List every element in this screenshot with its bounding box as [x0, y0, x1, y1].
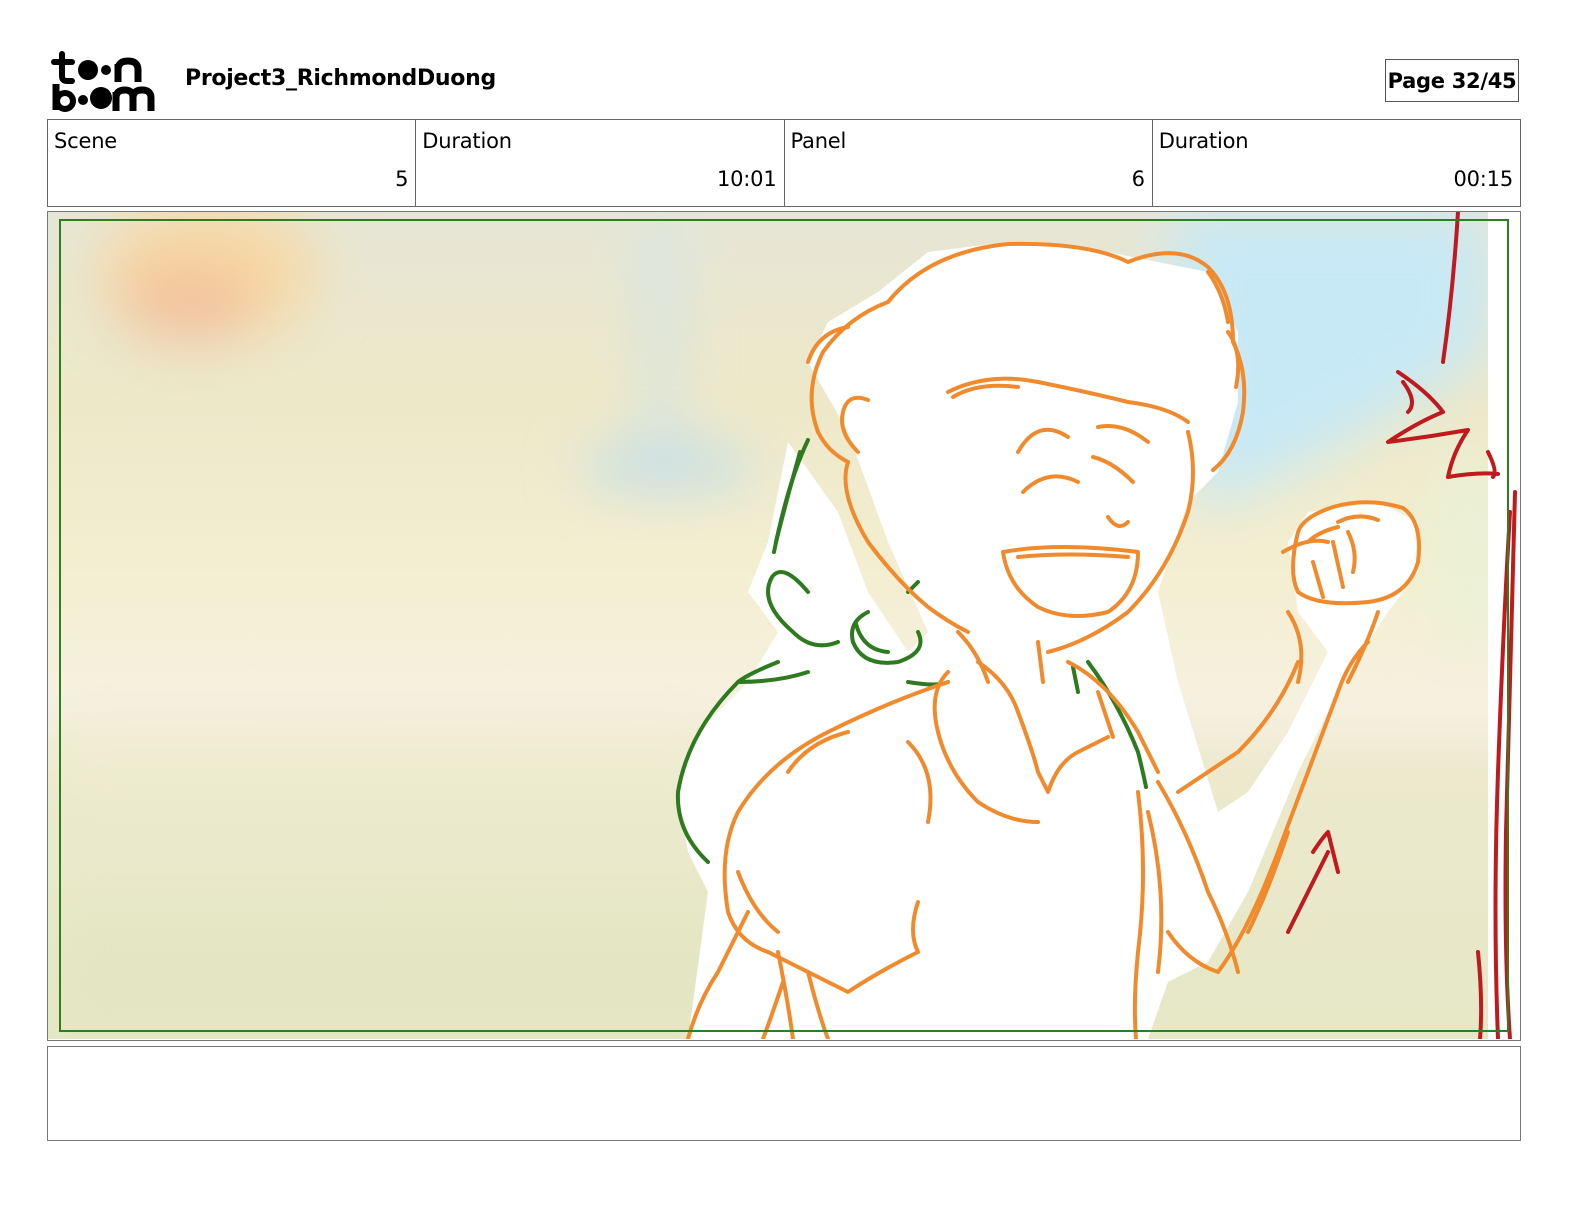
scene-duration-value: 10:01 [716, 167, 777, 191]
panel-drawing [48, 212, 1519, 1039]
panel-duration-value: 00:15 [1453, 167, 1513, 191]
scene-label: Scene [54, 129, 118, 153]
scene-info-table: Scene 5 Duration 10:01 Panel 6 Duration … [47, 119, 1521, 207]
project-title: Project3_RichmondDuong [185, 66, 496, 91]
panel-duration-label: Duration [1158, 129, 1249, 153]
toon-boom-logo [51, 51, 155, 112]
panel-duration-cell: Duration 00:15 [1153, 120, 1520, 206]
storyboard-panel [47, 211, 1521, 1041]
scene-duration-cell: Duration 10:01 [416, 120, 785, 206]
page-indicator: Page 32/45 [1385, 59, 1519, 102]
scene-cell: Scene 5 [48, 120, 417, 206]
panel-value: 6 [1131, 167, 1145, 191]
scene-duration-label: Duration [422, 129, 512, 153]
panel-notes-box [47, 1046, 1521, 1141]
scene-value: 5 [395, 167, 409, 191]
panel-label: Panel [790, 129, 847, 153]
panel-cell: Panel 6 [785, 120, 1153, 206]
